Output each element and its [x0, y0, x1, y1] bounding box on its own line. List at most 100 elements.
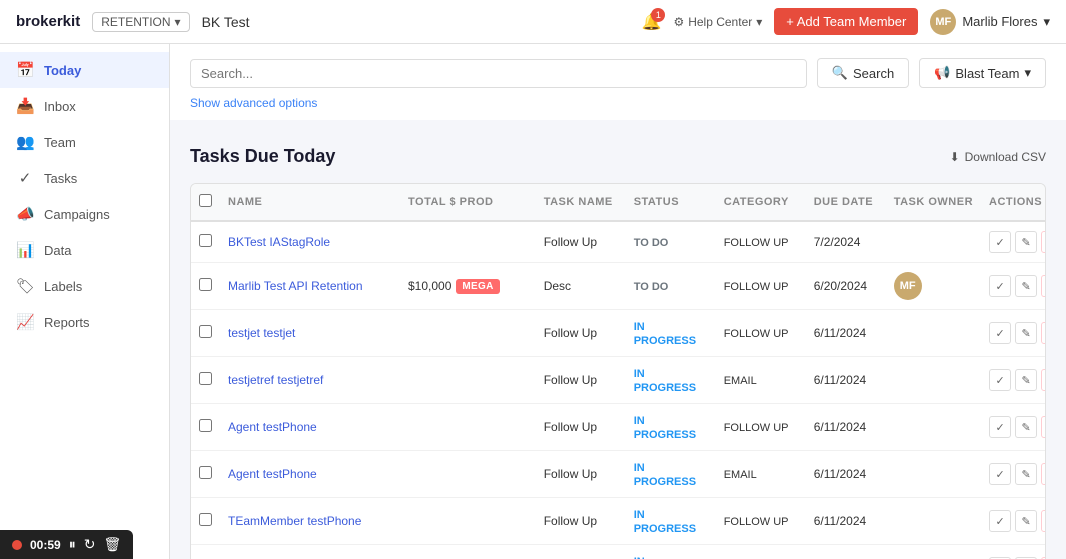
chevron-down-icon: ▾: [756, 15, 762, 29]
table-row: testjetref testjetref Follow Up IN PROGR…: [191, 357, 1046, 404]
row-due-date: 6/11/2024: [806, 451, 886, 498]
search-button[interactable]: 🔍 Search: [817, 58, 909, 88]
contact-name-link[interactable]: testjetref testjetref: [228, 373, 323, 387]
status-badge: IN PROGRESS: [634, 462, 696, 488]
category-value: FOLLOW UP: [724, 516, 789, 528]
row-checkbox-cell: [191, 263, 220, 310]
row-actions: ✓ ✎ 🗑: [981, 404, 1046, 451]
download-csv-button[interactable]: ⬇ Download CSV: [950, 150, 1046, 164]
row-name: Agent testPhone: [220, 404, 400, 451]
action-edit-button[interactable]: ✎: [1015, 510, 1037, 532]
action-edit-button[interactable]: ✎: [1015, 369, 1037, 391]
row-checkbox[interactable]: [199, 513, 212, 526]
advanced-options-link[interactable]: Show advanced options: [190, 96, 1046, 120]
contact-name-link[interactable]: Marlib Test API Retention: [228, 279, 363, 293]
action-delete-button[interactable]: 🗑: [1041, 510, 1046, 532]
row-checkbox[interactable]: [199, 372, 212, 385]
retention-dropdown[interactable]: RETENTION ▾: [92, 12, 189, 32]
contact-name-link[interactable]: TEamMember testPhone: [228, 514, 361, 528]
action-check-button[interactable]: ✓: [989, 322, 1011, 344]
tasks-table-wrapper: NAME TOTAL $ PROD TASK NAME STATUS CATEG…: [190, 183, 1046, 559]
action-delete-button[interactable]: 🗑: [1041, 416, 1046, 438]
sidebar-item-campaigns[interactable]: 📣 Campaigns: [0, 196, 169, 232]
action-edit-button[interactable]: ✎: [1015, 463, 1037, 485]
sidebar-item-labels[interactable]: 🏷 Labels: [0, 268, 169, 304]
row-checkbox[interactable]: [199, 325, 212, 338]
action-edit-button[interactable]: ✎: [1015, 322, 1037, 344]
row-total: [400, 545, 536, 559]
contact-name-link[interactable]: BKTest IAStagRole: [228, 235, 330, 249]
col-category: CATEGORY: [716, 184, 806, 221]
select-all-checkbox[interactable]: [199, 194, 212, 207]
category-value: FOLLOW UP: [724, 422, 789, 434]
row-category: FOLLOW UP: [716, 263, 806, 310]
contact-name-link[interactable]: testjet testjet: [228, 326, 295, 340]
tasks-icon: ✓: [16, 169, 34, 187]
row-actions: ✓ ✎ 🗑: [981, 357, 1046, 404]
recording-stop-button[interactable]: 🗑: [103, 536, 121, 553]
action-delete-button[interactable]: 🗑: [1041, 275, 1046, 297]
action-check-button[interactable]: ✓: [989, 231, 1011, 253]
tasks-title: Tasks Due Today: [190, 146, 335, 167]
add-team-member-button[interactable]: + Add Team Member: [774, 8, 918, 35]
row-category: EMAIL: [716, 357, 806, 404]
row-due-date: 6/11/2024: [806, 357, 886, 404]
row-checkbox[interactable]: [199, 466, 212, 479]
sidebar-item-today[interactable]: 📅 Today: [0, 52, 169, 88]
search-input-wrapper: [190, 59, 807, 88]
sidebar-item-tasks[interactable]: ✓ Tasks: [0, 160, 169, 196]
recording-refresh-button[interactable]: ↻: [84, 536, 96, 553]
user-avatar: MF: [930, 9, 956, 35]
action-delete-button[interactable]: 🗑: [1041, 463, 1046, 485]
row-checkbox[interactable]: [199, 234, 212, 247]
action-edit-button[interactable]: ✎: [1015, 275, 1037, 297]
action-delete-button[interactable]: 🗑: [1041, 322, 1046, 344]
search-row: 🔍 Search 📢 Blast Team ▾: [190, 58, 1046, 88]
row-actions: ✓ ✎ 🗑: [981, 221, 1046, 263]
action-check-button[interactable]: ✓: [989, 369, 1011, 391]
row-checkbox[interactable]: [199, 278, 212, 291]
chevron-down-icon: ▾: [175, 15, 181, 29]
sidebar-item-team[interactable]: 👥 Team: [0, 124, 169, 160]
row-task-owner: [886, 498, 981, 545]
avatar: MF: [894, 272, 922, 300]
sidebar-item-reports[interactable]: 📈 Reports: [0, 304, 169, 340]
row-task-name: Follow Up: [536, 451, 626, 498]
sidebar-item-inbox[interactable]: 📥 Inbox: [0, 88, 169, 124]
table-row: testjet testjet Follow Up IN PROGRESS FO…: [191, 310, 1046, 357]
table-row: BKTest IAStagRole Follow Up TO DO FOLLOW…: [191, 221, 1046, 263]
row-name: TEamMember testPhone: [220, 498, 400, 545]
user-menu-button[interactable]: MF Marlib Flores ▾: [930, 9, 1050, 35]
sidebar-item-data[interactable]: 📊 Data: [0, 232, 169, 268]
contact-name-link[interactable]: Agent testPhone: [228, 420, 317, 434]
action-check-button[interactable]: ✓: [989, 463, 1011, 485]
action-edit-button[interactable]: ✎: [1015, 416, 1037, 438]
row-category: FOLLOW UP: [716, 310, 806, 357]
table-row: TEamMember testPhone Follow Up IN PROGRE…: [191, 545, 1046, 559]
notifications-button[interactable]: 🔔 1: [642, 12, 662, 32]
total-price: $10,000MEGA: [408, 279, 528, 294]
row-checkbox-cell: [191, 451, 220, 498]
action-check-button[interactable]: ✓: [989, 275, 1011, 297]
select-all-header: [191, 184, 220, 221]
blast-team-button[interactable]: 📢 Blast Team ▾: [919, 58, 1046, 88]
table-row: Marlib Test API Retention $10,000MEGA De…: [191, 263, 1046, 310]
action-delete-button[interactable]: 🗑: [1041, 369, 1046, 391]
action-check-button[interactable]: ✓: [989, 510, 1011, 532]
recording-pause-button[interactable]: ⏸: [69, 536, 76, 553]
action-edit-button[interactable]: ✎: [1015, 231, 1037, 253]
row-task-name: Follow Up: [536, 357, 626, 404]
row-task-owner: [886, 451, 981, 498]
help-center-button[interactable]: ⚙ Help Center ▾: [673, 15, 762, 29]
tasks-table: NAME TOTAL $ PROD TASK NAME STATUS CATEG…: [191, 184, 1046, 559]
col-status: STATUS: [626, 184, 716, 221]
search-input[interactable]: [201, 66, 796, 81]
action-check-button[interactable]: ✓: [989, 416, 1011, 438]
action-icons-group: ✓ ✎ 🗑: [989, 275, 1046, 297]
action-delete-button[interactable]: 🗑: [1041, 231, 1046, 253]
contact-name-link[interactable]: Agent testPhone: [228, 467, 317, 481]
row-checkbox[interactable]: [199, 419, 212, 432]
row-due-date: 6/20/2024: [806, 263, 886, 310]
row-due-date: 6/11/2024: [806, 310, 886, 357]
row-task-name: Follow Up: [536, 310, 626, 357]
